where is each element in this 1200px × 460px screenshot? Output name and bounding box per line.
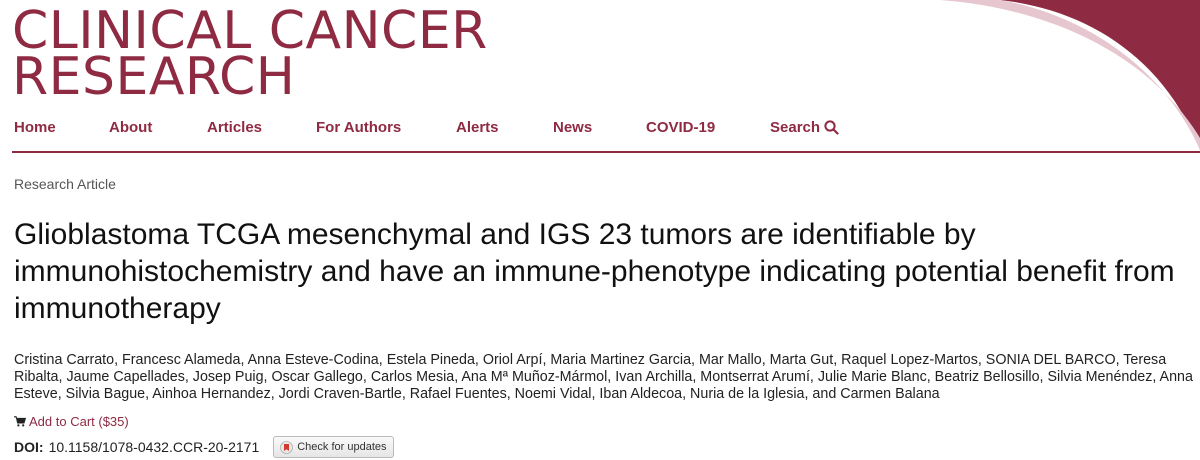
main-nav: Home About Articles For Authors Alerts N… xyxy=(14,119,839,136)
add-to-cart-label: Add to Cart ($35) xyxy=(29,414,129,429)
author-list: Cristina Carrato, Francesc Alameda, Anna… xyxy=(14,352,1193,402)
nav-for-authors[interactable]: For Authors xyxy=(316,119,456,136)
article-title: Glioblastoma TCGA mesenchymal and IGS 23… xyxy=(14,218,1175,325)
add-to-cart-link[interactable]: Add to Cart ($35) xyxy=(14,414,129,429)
doi-line: DOI: 10.1158/1078-0432.CCR-20-2171 Check… xyxy=(14,436,394,458)
nav-about[interactable]: About xyxy=(109,119,207,136)
crossmark-icon xyxy=(280,440,294,454)
search-icon xyxy=(824,120,839,135)
nav-divider xyxy=(12,151,1200,153)
nav-search-label: Search xyxy=(770,119,821,136)
doi-value[interactable]: 10.1158/1078-0432.CCR-20-2171 xyxy=(49,439,260,455)
doi-label: DOI: xyxy=(14,439,44,455)
nav-home[interactable]: Home xyxy=(14,119,109,136)
nav-alerts[interactable]: Alerts xyxy=(456,119,553,136)
nav-news[interactable]: News xyxy=(553,119,646,136)
nav-search[interactable]: Search xyxy=(770,119,839,136)
check-for-updates-label: Check for updates xyxy=(297,441,387,453)
journal-logo[interactable]: CLINICAL CANCER RESEARCH xyxy=(12,5,488,103)
check-for-updates-button[interactable]: Check for updates xyxy=(273,436,394,458)
article-type-label: Research Article xyxy=(14,176,116,192)
decorative-corner-curve xyxy=(940,0,1200,150)
nav-covid-19[interactable]: COVID-19 xyxy=(646,119,770,136)
nav-articles[interactable]: Articles xyxy=(207,119,316,136)
cart-icon xyxy=(14,416,26,427)
